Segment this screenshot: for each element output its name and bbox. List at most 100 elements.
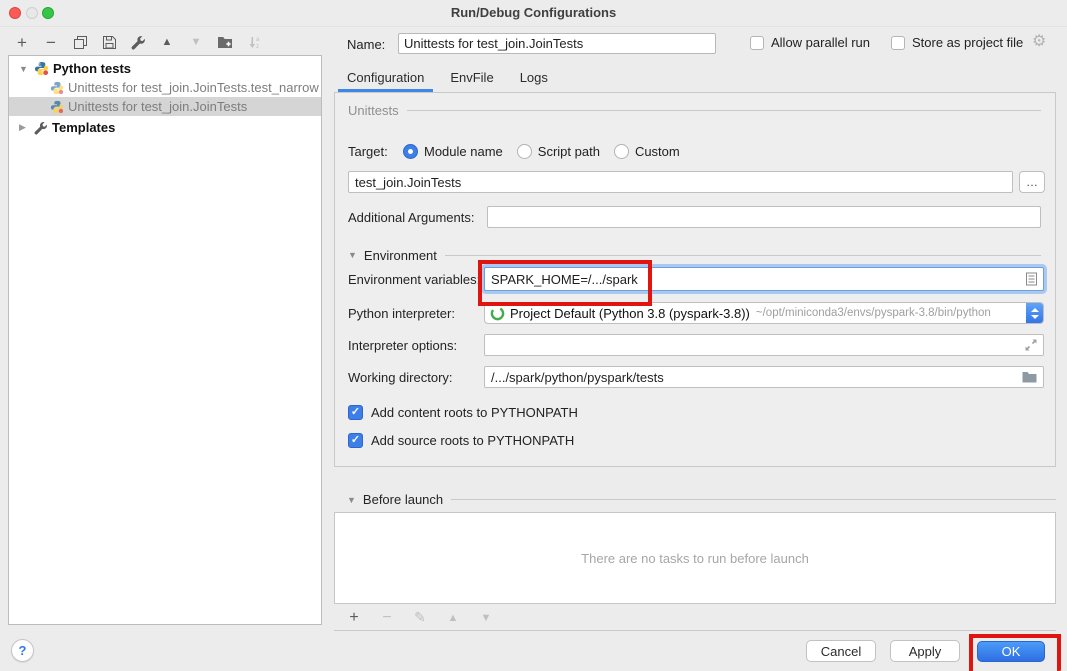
move-task-up-button[interactable]: ▲ bbox=[445, 609, 461, 627]
configurations-tree: ▼ Python tests Unittests for test_join.J… bbox=[8, 55, 322, 625]
tree-item-label: Unittests for test_join.JoinTests bbox=[68, 99, 247, 114]
collapse-arrow-icon[interactable]: ▼ bbox=[347, 495, 356, 505]
name-input[interactable] bbox=[398, 33, 716, 54]
tab-configuration[interactable]: Configuration bbox=[338, 66, 433, 92]
interpreter-options-input[interactable] bbox=[484, 334, 1044, 356]
working-directory-label: Working directory: bbox=[348, 370, 484, 385]
move-task-down-button[interactable]: ▼ bbox=[478, 609, 494, 627]
store-as-project-file-checkbox[interactable]: Store as project file bbox=[891, 35, 1023, 50]
module-name-input[interactable] bbox=[348, 171, 1013, 193]
radio-module-name[interactable]: Module name bbox=[403, 144, 503, 159]
python-test-icon bbox=[50, 100, 64, 114]
environment-section-label: Environment bbox=[364, 248, 437, 263]
interpreter-value: Project Default (Python 3.8 (pyspark-3.8… bbox=[510, 306, 750, 321]
additional-arguments-input[interactable] bbox=[487, 206, 1041, 228]
tree-item-python-tests[interactable]: ▼ Python tests bbox=[9, 59, 321, 78]
checkbox-box bbox=[750, 36, 764, 50]
collapse-arrow-icon[interactable]: ▼ bbox=[19, 64, 30, 74]
svg-text:z: z bbox=[256, 44, 259, 50]
templates-wrench-icon bbox=[34, 121, 48, 135]
configurations-toolbar: + − ▲ ▼ az bbox=[14, 32, 262, 52]
save-configuration-icon[interactable] bbox=[101, 33, 117, 51]
python-test-icon bbox=[50, 81, 64, 95]
section-divider bbox=[451, 499, 1056, 500]
cancel-button[interactable]: Cancel bbox=[806, 640, 876, 662]
unittests-section-label: Unittests bbox=[348, 103, 399, 118]
allow-parallel-run-checkbox[interactable]: Allow parallel run bbox=[750, 35, 870, 50]
window-title: Run/Debug Configurations bbox=[0, 5, 1067, 20]
new-folder-icon[interactable] bbox=[217, 33, 233, 51]
remove-task-button[interactable]: − bbox=[379, 609, 395, 627]
tree-item-label: Unittests for test_join.JoinTests.test_n… bbox=[68, 80, 319, 95]
working-directory-input[interactable] bbox=[484, 366, 1044, 388]
additional-arguments-label: Additional Arguments: bbox=[348, 210, 481, 225]
tree-item-templates[interactable]: ▶ Templates bbox=[9, 118, 321, 137]
target-label: Target: bbox=[348, 144, 393, 159]
interpreter-path: ~/opt/miniconda3/envs/pyspark-3.8/bin/py… bbox=[756, 307, 1022, 319]
before-launch-header: ▼ Before launch bbox=[334, 492, 1056, 507]
move-up-button[interactable]: ▲ bbox=[159, 33, 175, 51]
edit-templates-icon[interactable] bbox=[130, 33, 146, 51]
conda-env-icon bbox=[490, 306, 505, 321]
radio-selected-icon bbox=[403, 144, 418, 159]
checkbox-checked-icon: ✓ bbox=[348, 433, 363, 448]
browse-module-button[interactable]: … bbox=[1019, 171, 1045, 193]
radio-script-path[interactable]: Script path bbox=[517, 144, 600, 159]
configuration-panel: Unittests Target: Module name Script pat… bbox=[334, 92, 1056, 467]
section-divider bbox=[407, 110, 1041, 111]
add-source-roots-checkbox[interactable]: ✓ Add source roots to PYTHONPATH bbox=[348, 433, 574, 448]
sort-configurations-icon[interactable]: az bbox=[246, 33, 262, 51]
checkbox-label: Add source roots to PYTHONPATH bbox=[371, 433, 574, 448]
svg-text:a: a bbox=[256, 37, 260, 43]
add-content-roots-checkbox[interactable]: ✓ Add content roots to PYTHONPATH bbox=[348, 405, 578, 420]
before-launch-toolbar: + − ✎ ▲ ▼ bbox=[334, 605, 1056, 631]
tree-item-test-narrow[interactable]: Unittests for test_join.JoinTests.test_n… bbox=[9, 78, 321, 97]
interpreter-options-label: Interpreter options: bbox=[348, 338, 484, 353]
checkbox-label: Allow parallel run bbox=[771, 35, 870, 50]
checkbox-checked-icon: ✓ bbox=[348, 405, 363, 420]
combobox-stepper-icon[interactable] bbox=[1026, 302, 1043, 324]
tab-envfile[interactable]: EnvFile bbox=[441, 66, 502, 92]
move-down-button[interactable]: ▼ bbox=[188, 33, 204, 51]
add-task-button[interactable]: + bbox=[346, 609, 362, 627]
edit-task-icon[interactable]: ✎ bbox=[412, 609, 428, 627]
help-button[interactable]: ? bbox=[11, 639, 34, 662]
tab-logs[interactable]: Logs bbox=[511, 66, 557, 92]
before-launch-label: Before launch bbox=[363, 492, 443, 507]
section-divider bbox=[445, 255, 1041, 256]
gear-icon[interactable]: ⚙ bbox=[1032, 34, 1046, 50]
environment-variables-input[interactable] bbox=[484, 267, 1044, 291]
tree-item-jointests-selected[interactable]: Unittests for test_join.JoinTests bbox=[9, 97, 321, 116]
radio-custom[interactable]: Custom bbox=[614, 144, 680, 159]
env-vars-browse-icon[interactable] bbox=[1026, 273, 1037, 286]
copy-configuration-icon[interactable] bbox=[72, 33, 88, 51]
radio-label: Module name bbox=[424, 144, 503, 159]
titlebar: Run/Debug Configurations bbox=[0, 0, 1067, 27]
radio-icon bbox=[614, 144, 629, 159]
before-launch-task-list[interactable]: There are no tasks to run before launch bbox=[334, 512, 1056, 604]
python-tests-icon bbox=[34, 61, 49, 76]
name-label: Name: bbox=[347, 37, 385, 52]
tree-item-label: Python tests bbox=[53, 61, 131, 76]
environment-variables-label: Environment variables: bbox=[348, 272, 484, 287]
ok-button[interactable]: OK bbox=[977, 641, 1045, 662]
tree-item-label: Templates bbox=[52, 120, 115, 135]
expand-arrow-icon[interactable]: ▶ bbox=[19, 122, 30, 133]
expand-field-icon[interactable] bbox=[1025, 339, 1037, 351]
checkbox-label: Store as project file bbox=[912, 35, 1023, 50]
checkbox-label: Add content roots to PYTHONPATH bbox=[371, 405, 578, 420]
python-interpreter-label: Python interpreter: bbox=[348, 306, 484, 321]
run-debug-configurations-dialog: Run/Debug Configurations + − ▲ ▼ az ▼ Py bbox=[0, 0, 1067, 671]
python-interpreter-select[interactable]: Project Default (Python 3.8 (pyspark-3.8… bbox=[484, 302, 1044, 324]
remove-configuration-button[interactable]: − bbox=[43, 33, 59, 51]
tab-bar: Configuration EnvFile Logs bbox=[338, 66, 565, 92]
collapse-arrow-icon[interactable]: ▼ bbox=[348, 250, 357, 260]
folder-icon[interactable] bbox=[1022, 371, 1037, 383]
checkbox-box bbox=[891, 36, 905, 50]
add-configuration-button[interactable]: + bbox=[14, 33, 30, 51]
radio-label: Custom bbox=[635, 144, 680, 159]
empty-tasks-message: There are no tasks to run before launch bbox=[581, 551, 809, 566]
radio-label: Script path bbox=[538, 144, 600, 159]
radio-icon bbox=[517, 144, 532, 159]
apply-button[interactable]: Apply bbox=[890, 640, 960, 662]
